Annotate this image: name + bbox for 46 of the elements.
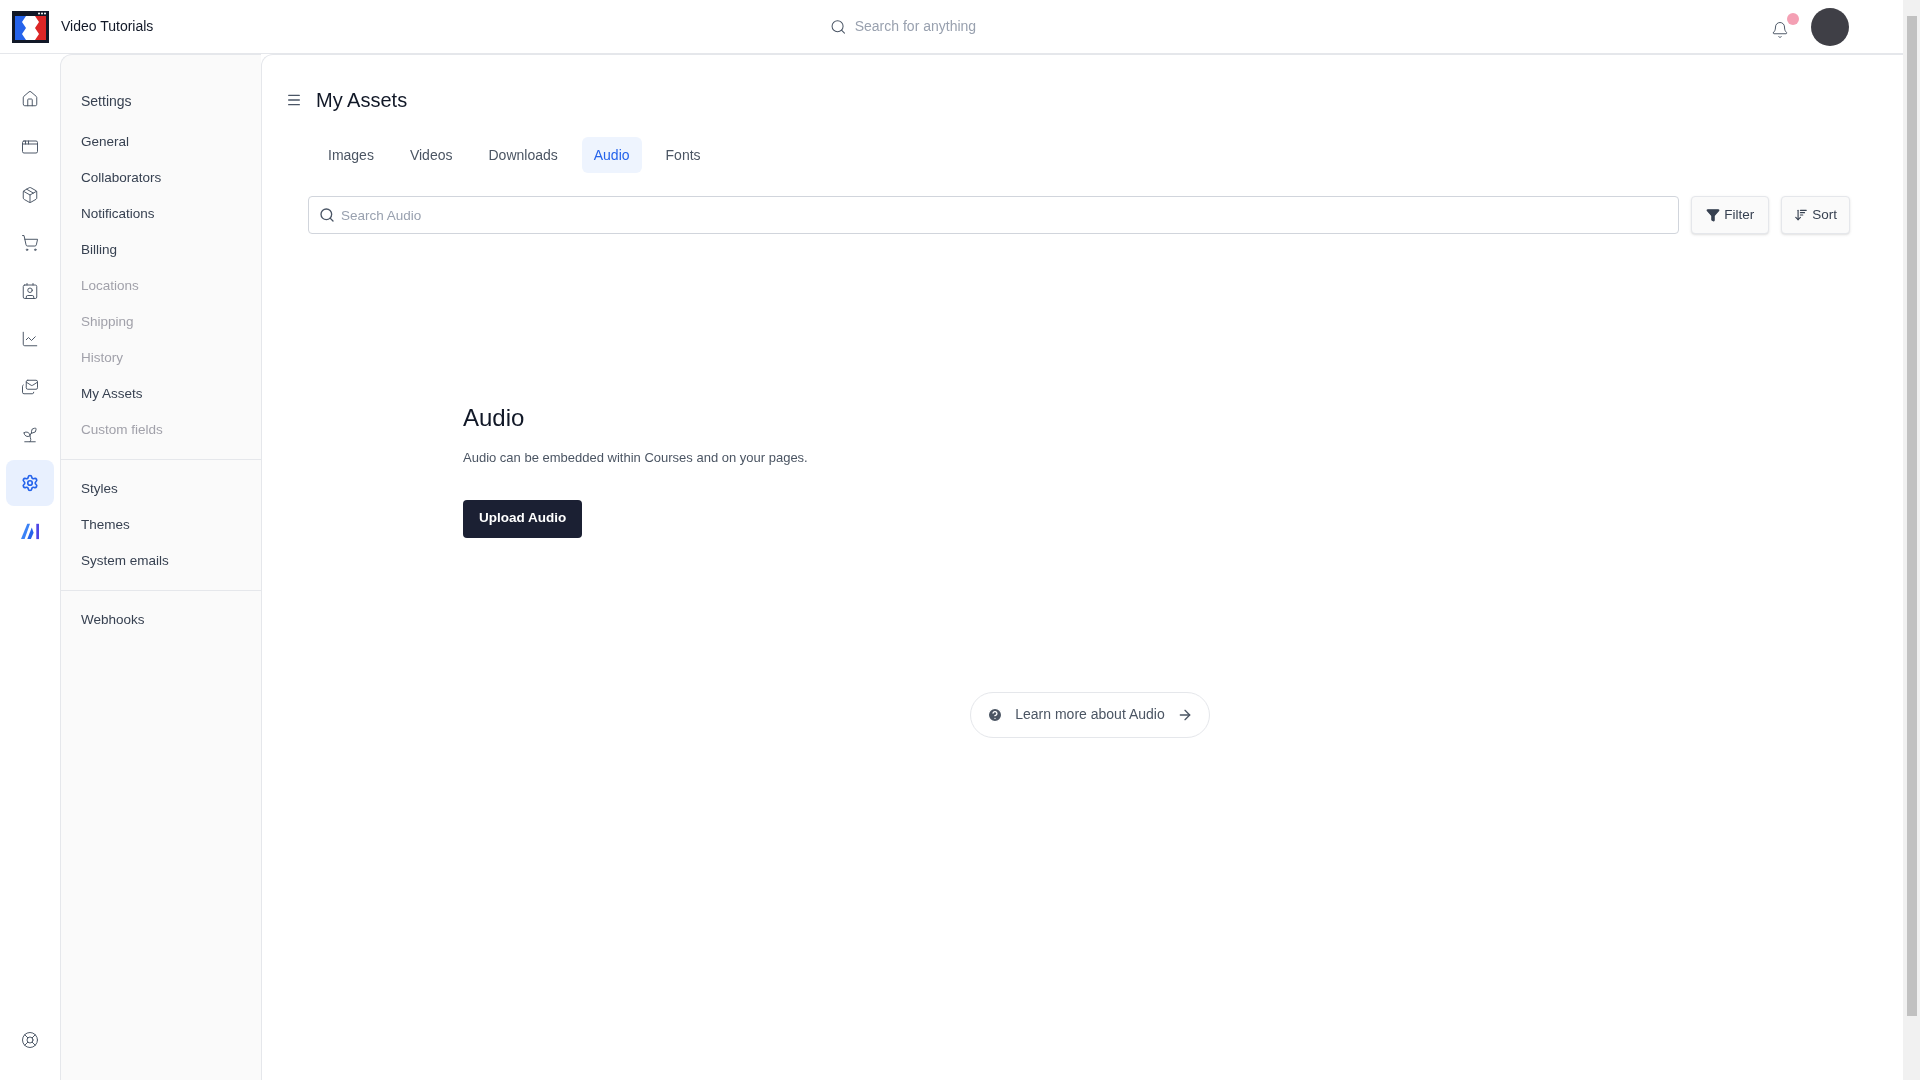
app-logo-icon bbox=[12, 10, 49, 43]
sidebar-title: Settings bbox=[80, 92, 133, 111]
home-icon bbox=[21, 90, 39, 108]
asset-search-field[interactable]: Search Audio bbox=[308, 196, 1680, 234]
menu-icon bbox=[286, 92, 302, 108]
search-icon bbox=[830, 17, 847, 36]
settings-icon bbox=[21, 474, 39, 492]
filter-icon bbox=[1706, 208, 1721, 222]
sidebar-item[interactable]: Notifications bbox=[81, 196, 241, 232]
cart-icon bbox=[21, 234, 39, 252]
sidebar-item[interactable]: Themes bbox=[81, 507, 241, 543]
search-icon bbox=[319, 207, 335, 223]
package-icon bbox=[21, 186, 39, 204]
user-avatar[interactable] bbox=[1811, 7, 1849, 46]
sidebar-item[interactable]: Collaborators bbox=[81, 160, 241, 196]
sidebar-item[interactable]: System emails bbox=[81, 543, 241, 579]
tab[interactable]: Videos bbox=[397, 137, 465, 173]
page-title: My Assets bbox=[316, 88, 408, 113]
sprout-icon bbox=[21, 426, 39, 444]
tab[interactable]: Audio bbox=[581, 137, 642, 173]
bell-icon bbox=[1771, 20, 1789, 39]
mail-icon bbox=[21, 378, 39, 396]
sidebar-item[interactable]: Webhooks bbox=[81, 602, 241, 638]
lifebuoy-icon bbox=[21, 1031, 39, 1049]
window-icon bbox=[21, 138, 39, 156]
scrollbar[interactable] bbox=[1903, 0, 1920, 1080]
global-search-field[interactable]: Search for anything bbox=[854, 16, 1131, 37]
upload-audio-button[interactable]: Upload Audio bbox=[463, 499, 583, 538]
tab[interactable]: Fonts bbox=[653, 137, 713, 173]
sidebar-item[interactable]: Styles bbox=[81, 471, 241, 507]
ai-logo-icon bbox=[19, 522, 41, 540]
empty-state-description: Audio can be embedded within Courses and on your pages. bbox=[463, 449, 808, 467]
help-icon bbox=[987, 706, 1004, 723]
sidebar-item[interactable]: General bbox=[81, 124, 241, 160]
app-title: Video Tutorials bbox=[61, 17, 154, 36]
empty-state-heading: Audio bbox=[463, 403, 525, 433]
sort-icon bbox=[1794, 208, 1809, 222]
filter-button[interactable]: Filter bbox=[1691, 196, 1770, 234]
tab[interactable]: Downloads bbox=[476, 137, 570, 173]
sidebar-item[interactable]: My Assets bbox=[81, 376, 241, 412]
chart-icon bbox=[21, 330, 39, 348]
contact-card-icon bbox=[21, 282, 39, 300]
sort-button[interactable]: Sort bbox=[1781, 196, 1850, 234]
sidebar-item[interactable]: Billing bbox=[81, 232, 241, 268]
nav-rail-item[interactable] bbox=[6, 460, 54, 506]
tab[interactable]: Images bbox=[316, 137, 386, 173]
